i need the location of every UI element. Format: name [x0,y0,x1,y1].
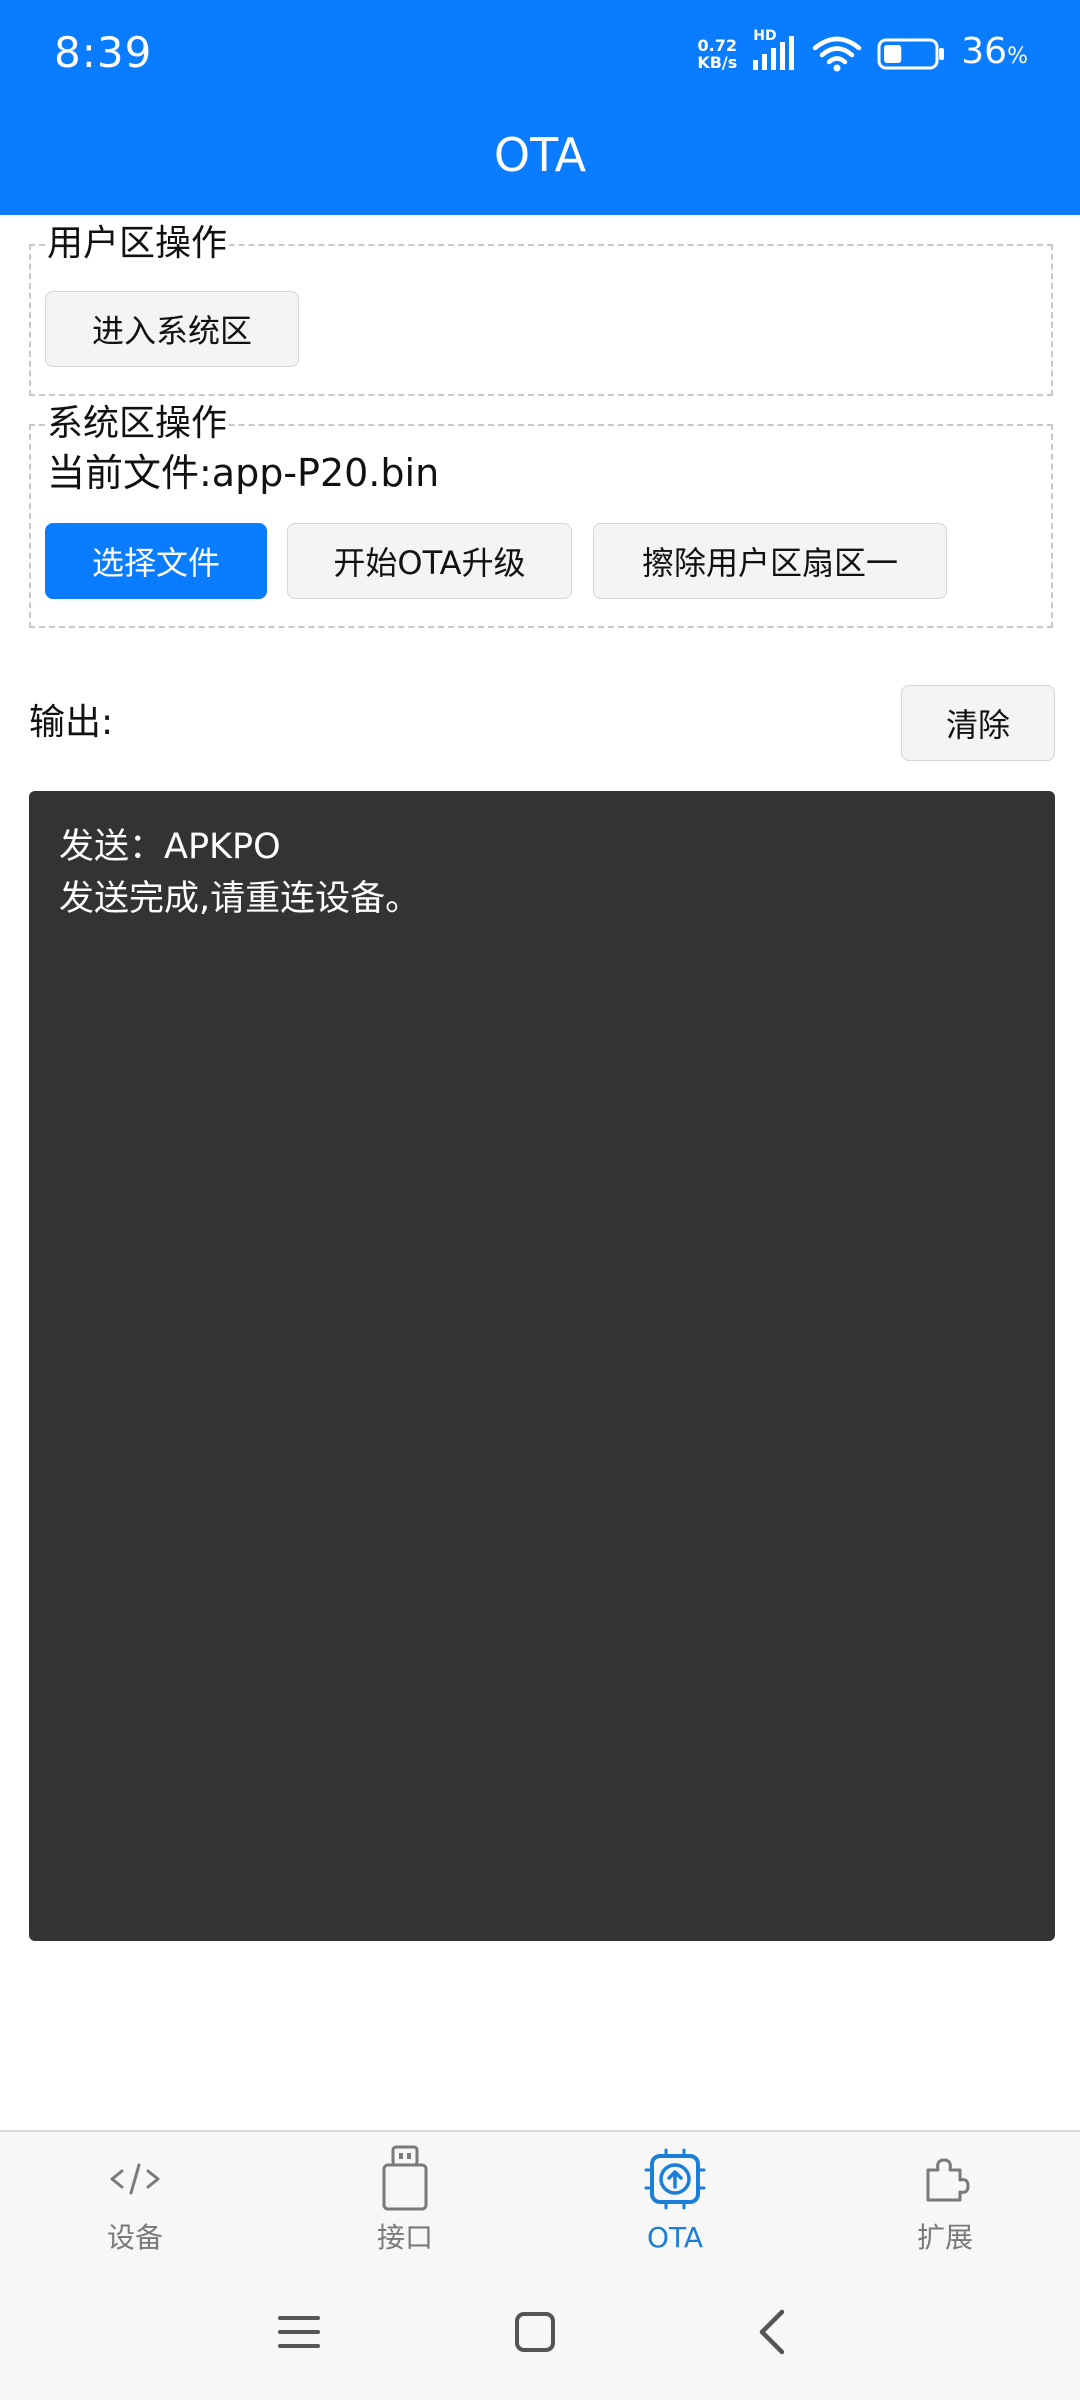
nav-label-devices: 设备 [106,2221,163,2254]
network-speed: 0.72 KB/s [697,37,737,71]
status-time: 8:39 [54,28,153,77]
system-area-section: 系统区操作 当前文件:app-P20.bin 选择文件 开始OTA升级 擦除用户… [29,402,1053,628]
battery-percent-suffix: % [1007,43,1028,69]
page-title: OTA [493,128,587,182]
status-bar: 8:39 0.72 KB/s HD 36% [0,0,1080,108]
system-nav-bar [0,2262,1080,2400]
current-file-label: 当前文件:app-P20.bin [47,451,440,495]
console-line: 发送完成,请重连设备。 [59,879,421,919]
puzzle-icon [914,2148,976,2210]
battery-percent-value: 36 [961,30,1008,72]
system-area-legend: 系统区操作 [45,402,230,446]
start-ota-button[interactable]: 开始OTA升级 [287,523,572,599]
nav-item-devices[interactable]: 设备 [0,2132,270,2264]
nav-label-ota: OTA [646,2221,704,2254]
home-icon[interactable] [505,2302,565,2362]
nav-label-interface: 接口 [376,2221,433,2254]
nav-label-extensions: 扩展 [916,2221,973,2254]
user-area-legend: 用户区操作 [45,222,230,266]
user-area-section: 用户区操作 进入系统区 [29,222,1053,396]
network-speed-value: 0.72 [697,36,738,55]
app-header: 8:39 0.72 KB/s HD 36% OTA [0,0,1080,215]
signal-icon: HD [751,28,797,74]
menu-icon[interactable] [269,2302,329,2362]
hd-badge: HD [753,28,777,44]
console-line: 发送：APKPO [59,827,281,867]
battery-percent: 36% [961,30,1028,79]
output-console: 发送：APKPO 发送完成,请重连设备。 [29,791,1055,1941]
back-icon[interactable] [742,2302,802,2362]
output-label: 输出: [29,702,114,743]
battery-icon [877,36,947,72]
code-icon [104,2148,166,2210]
app-screen: 8:39 0.72 KB/s HD 36% OTA 用户区操作 进入系统区 系统… [0,0,1080,2400]
nav-item-extensions[interactable]: 扩展 [810,2132,1080,2264]
usb-icon [374,2145,436,2211]
enter-system-area-button[interactable]: 进入系统区 [45,291,299,367]
nav-item-ota[interactable]: OTA [540,2132,810,2264]
status-icons: 0.72 KB/s HD 36% [697,28,1028,79]
wifi-icon [811,34,863,74]
nav-item-interface[interactable]: 接口 [270,2132,540,2264]
clear-output-button[interactable]: 清除 [901,685,1055,761]
bottom-nav: 设备 接口 OTA 扩展 [0,2130,1080,2264]
select-file-button[interactable]: 选择文件 [45,523,267,599]
chip-upload-icon [644,2148,706,2210]
erase-user-sector-button[interactable]: 擦除用户区扇区一 [593,523,947,599]
network-speed-unit: KB/s [697,53,738,72]
